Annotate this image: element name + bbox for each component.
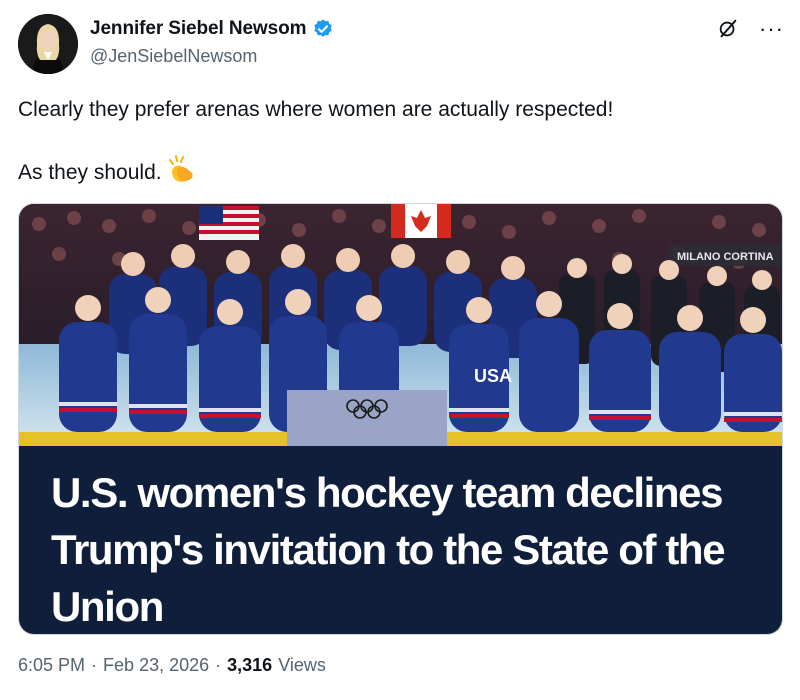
- image-banner-text: MILANO CORTINA: [677, 251, 774, 263]
- card-headline-box: U.S. women's hockey team declines Trump'…: [19, 446, 782, 634]
- tweet-line-2: As they should.: [18, 161, 162, 184]
- avatar-image: [18, 14, 78, 74]
- grok-icon[interactable]: [717, 18, 739, 40]
- card-headline: U.S. women's hockey team declines Trump'…: [51, 469, 726, 630]
- tweet-line-1: Clearly they prefer arenas where women a…: [18, 98, 614, 121]
- tweet-date[interactable]: Feb 23, 2026: [103, 655, 209, 676]
- verified-badge-icon: [314, 19, 333, 37]
- card-image: MILANO CORTINA USA: [19, 204, 782, 446]
- clapping-hands-emoji: [168, 155, 193, 182]
- meta-separator: ·: [215, 655, 222, 675]
- views-count: 3,316: [227, 655, 273, 675]
- author-handle[interactable]: @JenSiebelNewsom: [90, 46, 257, 67]
- author-name[interactable]: Jennifer Siebel Newsom: [90, 18, 306, 40]
- meta-separator: ·: [91, 655, 98, 675]
- avatar[interactable]: [18, 14, 78, 74]
- views-label: Views: [278, 655, 326, 675]
- more-options-icon[interactable]: ···: [759, 18, 784, 40]
- tweet-time[interactable]: 6:05 PM: [18, 655, 85, 676]
- tweet-text: Clearly they prefer arenas where women a…: [18, 96, 778, 186]
- link-card[interactable]: MILANO CORTINA USA U.S. women's hockey t…: [18, 203, 783, 635]
- jersey-text: USA: [474, 366, 512, 386]
- tweet-meta: 6:05 PM · Feb 23, 2026 · 3,316 Views: [18, 655, 326, 676]
